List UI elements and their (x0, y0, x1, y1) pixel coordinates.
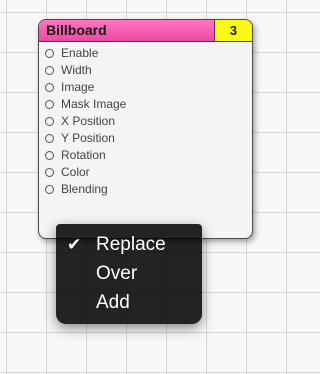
input-port-icon[interactable] (45, 83, 54, 92)
patch-title: Billboard (46, 22, 107, 38)
menu-item-over[interactable]: Over (56, 259, 202, 288)
port-label: Color (61, 165, 90, 179)
port-label: Y Position (61, 131, 115, 145)
port-label: Rotation (61, 148, 106, 162)
port-label: Image (61, 80, 95, 94)
port-label: Width (61, 63, 92, 77)
port-x-position[interactable]: X Position (39, 113, 252, 130)
port-image[interactable]: Image (39, 79, 252, 96)
input-port-icon[interactable] (45, 100, 54, 109)
input-port-icon[interactable] (45, 151, 54, 160)
blending-popup-menu: ✔ Replace Over Add (56, 224, 202, 324)
port-label: Enable (61, 46, 99, 60)
input-port-icon[interactable] (45, 168, 54, 177)
input-port-icon[interactable] (45, 49, 54, 58)
port-enable[interactable]: Enable (39, 45, 252, 62)
menu-item-label: Replace (96, 234, 166, 255)
input-port-icon[interactable] (45, 117, 54, 126)
input-port-list: Enable Width Image Mask Image X Position… (39, 42, 252, 198)
menu-item-label: Add (96, 292, 130, 313)
input-port-icon[interactable] (45, 185, 54, 194)
checkmark-icon: ✔ (67, 235, 82, 254)
port-width[interactable]: Width (39, 62, 252, 79)
input-port-icon[interactable] (45, 66, 54, 75)
port-label: Mask Image (61, 97, 127, 111)
port-label: X Position (61, 114, 116, 128)
billboard-patch[interactable]: Billboard 3 Enable Width Image Mask Imag… (38, 19, 253, 239)
menu-item-replace[interactable]: ✔ Replace (56, 230, 202, 259)
patch-index-badge: 3 (214, 20, 252, 41)
port-rotation[interactable]: Rotation (39, 147, 252, 164)
input-port-icon[interactable] (45, 134, 54, 143)
port-color[interactable]: Color (39, 164, 252, 181)
port-mask-image[interactable]: Mask Image (39, 96, 252, 113)
port-y-position[interactable]: Y Position (39, 130, 252, 147)
port-blending[interactable]: Blending (39, 181, 252, 198)
port-label: Blending (61, 182, 108, 196)
menu-item-add[interactable]: Add (56, 288, 202, 317)
patch-header[interactable]: Billboard 3 (39, 20, 252, 42)
menu-item-label: Over (96, 263, 138, 284)
